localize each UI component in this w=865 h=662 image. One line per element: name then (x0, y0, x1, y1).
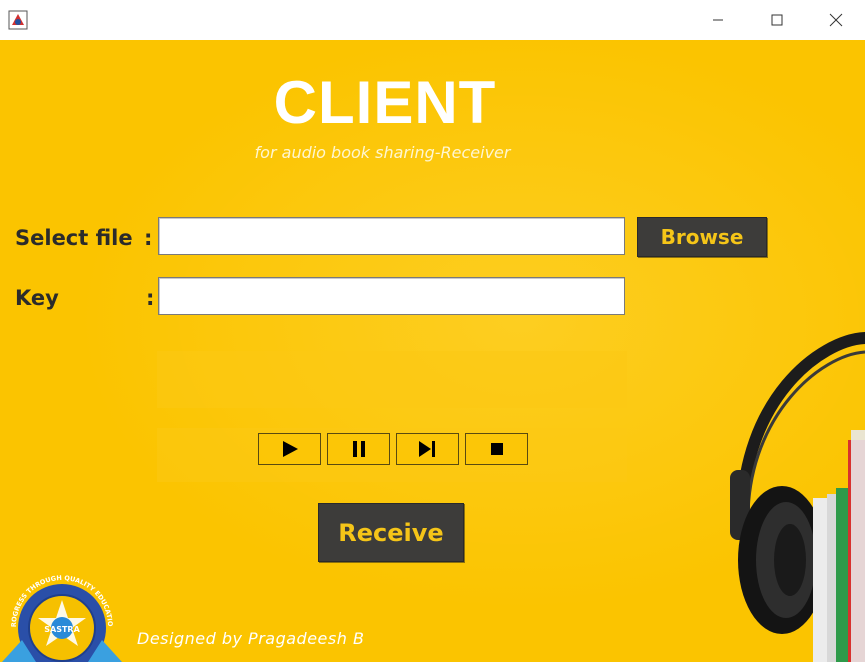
key-field[interactable] (158, 277, 625, 315)
browse-button[interactable]: Browse (637, 217, 767, 257)
select-file-label: Select file (15, 226, 133, 250)
stop-icon (490, 443, 503, 455)
java-app-icon (8, 10, 28, 30)
key-colon: : (146, 286, 155, 310)
page-subtitle: for audio book sharing-Receiver (254, 143, 511, 162)
key-label: Key (15, 286, 59, 310)
file-path-input[interactable] (159, 218, 624, 254)
designer-credit: Designed by Pragadeesh B (137, 629, 365, 648)
window-titlebar (0, 0, 865, 40)
play-icon (282, 441, 298, 457)
client-window: CLIENT for audio book sharing-Receiver S… (0, 40, 865, 662)
player-display-panel (157, 351, 627, 408)
close-button[interactable] (813, 4, 859, 36)
page-title: CLIENT (273, 69, 497, 136)
sastra-logo: SASTRA PROGRESS THROUGH QUALITY EDUCATIO… (0, 564, 122, 662)
play-button[interactable] (258, 433, 321, 465)
close-icon (829, 13, 843, 27)
skip-next-button[interactable] (396, 433, 459, 465)
file-path-field[interactable] (158, 217, 625, 255)
maximize-button[interactable] (754, 4, 800, 36)
key-input[interactable] (159, 278, 624, 314)
minimize-button[interactable] (695, 4, 741, 36)
logo-center-text: SASTRA (44, 625, 80, 634)
pause-button[interactable] (327, 433, 390, 465)
maximize-icon (771, 14, 783, 26)
player-controls-panel (157, 428, 627, 482)
minimize-icon (713, 19, 723, 21)
pause-icon (352, 441, 365, 457)
receive-button[interactable]: Receive (318, 503, 464, 562)
select-file-colon: : (144, 226, 153, 250)
skip-next-icon (418, 441, 435, 457)
stop-button[interactable] (465, 433, 528, 465)
headphones-books-illustration (720, 320, 865, 662)
